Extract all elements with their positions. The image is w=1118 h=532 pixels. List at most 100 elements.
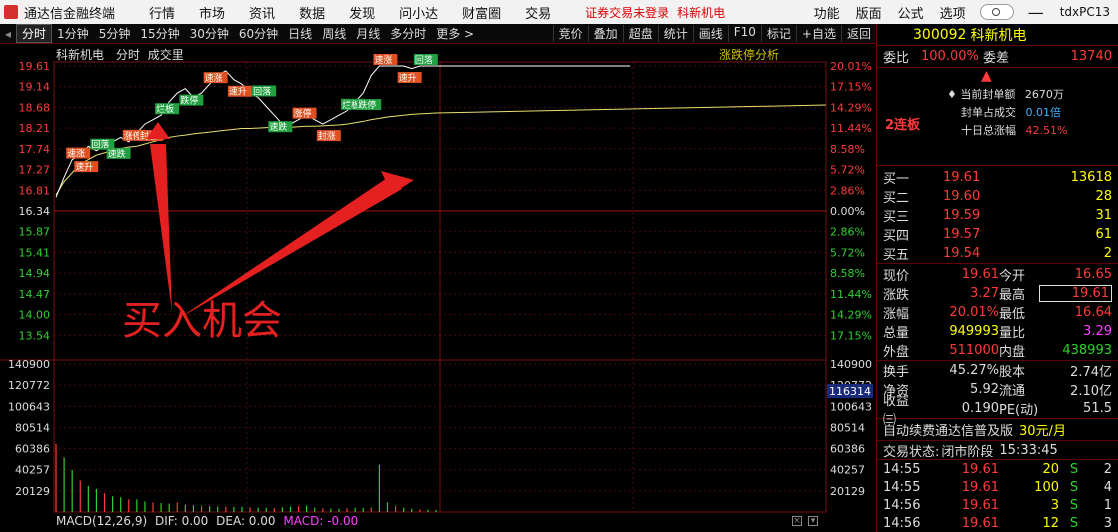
menu-jiaoyi[interactable]: 交易: [513, 3, 563, 22]
order-row[interactable]: 买三 19.59 31: [877, 206, 1118, 225]
pct-tick-label: 2.86%: [830, 184, 865, 197]
tab-multi[interactable]: 多分时: [385, 25, 431, 42]
stat-value: 20.01%: [949, 305, 999, 320]
weicha-label: 委差: [983, 51, 1010, 66]
tab-30min[interactable]: 30分钟: [185, 25, 234, 42]
tab-fenshi[interactable]: 分时: [16, 24, 53, 43]
tool-chaopan[interactable]: 超盘: [622, 25, 658, 42]
volume-tick-label: 60386: [15, 443, 50, 456]
search-icon[interactable]: [979, 4, 1014, 20]
tick-volume: 100: [1034, 479, 1059, 495]
menu-wenxiaoda[interactable]: 问小达: [387, 3, 450, 22]
price-tick-label: 17.74: [19, 143, 51, 156]
weibi-label: 委比: [883, 51, 910, 66]
tab-60min[interactable]: 60分钟: [234, 25, 283, 42]
tool-jingjia[interactable]: 竞价: [552, 25, 588, 42]
settings-icon[interactable]: ▾: [808, 516, 818, 526]
event-tag-label: 跌停: [358, 99, 376, 111]
quote-header: 300092 科新机电: [877, 24, 1118, 46]
volume-tick-label-right: 140900: [830, 358, 872, 371]
menu-caifuquan[interactable]: 财富圈: [450, 3, 513, 22]
order-row[interactable]: 买四 19.57 61: [877, 225, 1118, 244]
tool-fanhui[interactable]: 返回: [840, 25, 876, 42]
tick-count: 4: [1103, 479, 1112, 495]
tick-count: 3: [1103, 515, 1112, 531]
tool-f10[interactable]: F10: [727, 25, 761, 42]
minimize-icon[interactable]: —: [1020, 3, 1052, 22]
nav-arrow-icon[interactable]: ◂: [0, 27, 16, 41]
tool-huaxian[interactable]: 画线: [692, 25, 728, 42]
tick-count: 2: [1103, 461, 1112, 477]
tab-1min[interactable]: 1分钟: [52, 25, 94, 42]
analysis-button[interactable]: 涨跌停分析: [719, 46, 779, 63]
menu-shichang[interactable]: 市场: [187, 3, 237, 22]
event-tag-label: 回落: [415, 54, 433, 66]
trade-status: 交易状态: 闭市阶段 15:33:45: [877, 441, 1118, 460]
menu-faxian[interactable]: 发现: [337, 3, 387, 22]
status-time: 15:33:45: [999, 442, 1058, 458]
order-price: 19.54: [943, 246, 981, 261]
stat-value: 16.65: [1074, 267, 1112, 282]
ten-day-value: 42.51%: [1025, 124, 1068, 137]
menu-xuanxiang[interactable]: 选项: [932, 3, 974, 22]
tab-15min[interactable]: 15分钟: [135, 25, 184, 42]
login-warning[interactable]: 证券交易未登录: [585, 4, 669, 21]
menu-gongshi[interactable]: 公式: [890, 3, 932, 22]
seal-info: ▲ ♦ 当前封单额 2670万 封单占成交 0.01倍 2连板 十日总涨幅 42…: [877, 68, 1118, 166]
volume-tick-label: 140900: [8, 358, 50, 371]
tick-row: 14:55 19.61 100 S 4: [877, 478, 1118, 496]
period-toolbar: ◂ 分时 1分钟 5分钟 15分钟 30分钟 60分钟 日线 周线 月线 多分时…: [0, 24, 876, 44]
pct-tick-label: 5.72%: [830, 164, 865, 177]
event-tag-label: 速涨: [374, 55, 392, 66]
order-row[interactable]: 买一 19.61 13618: [877, 168, 1118, 187]
macd-readout: MACD(12,26,9) DIF: 0.00 DEA: 0.00 MACD: …: [56, 514, 358, 528]
pct-tick-label: 14.29%: [830, 101, 872, 114]
tick-side: S: [1069, 515, 1079, 531]
menu-gongneng[interactable]: 功能: [806, 3, 848, 22]
menu-shuju[interactable]: 数据: [287, 3, 337, 22]
pct-tick-label: 11.44%: [830, 288, 872, 301]
volume-tick-label-right: 100643: [830, 400, 872, 413]
tick-row: 14:56 19.61 12 S 3: [877, 514, 1118, 532]
weibi-value: 100.00%: [921, 49, 979, 64]
event-tag-label: 涨停: [294, 108, 312, 120]
menu-hangqing[interactable]: 行情: [137, 3, 187, 22]
stat-value: 438993: [1062, 343, 1112, 358]
price-tick-label: 14.47: [19, 288, 51, 301]
order-volume: 13618: [1070, 170, 1112, 185]
event-tag-label: 封涨: [318, 130, 336, 142]
menu-banmian[interactable]: 版面: [848, 3, 890, 22]
stat-value: 5.92: [970, 382, 999, 397]
order-volume: 61: [1095, 227, 1112, 242]
tool-zixuan[interactable]: +自选: [795, 25, 841, 42]
stat-row: 涨跌 3.27 最高 19.61: [877, 284, 1118, 303]
tab-5min[interactable]: 5分钟: [94, 25, 136, 42]
promo-banner[interactable]: 自动续费通达信普及版 30元/月: [877, 419, 1118, 441]
tick-side: S: [1069, 479, 1079, 495]
stat-row: 总量 949993 量比 3.29: [877, 322, 1118, 341]
pct-tick-label: 17.15%: [830, 329, 872, 342]
stat-value: 45.27%: [949, 363, 999, 378]
price-tick-label: 18.68: [19, 101, 51, 114]
tab-week[interactable]: 周线: [317, 25, 351, 42]
order-row[interactable]: 买二 19.60 28: [877, 187, 1118, 206]
average-line-tail: [435, 104, 827, 114]
close-icon[interactable]: ×: [792, 516, 802, 526]
fundamentals-table: 换手 45.27% 股本 2.74亿 净资 5.92 流通 2.10亿 收益㈢ …: [877, 361, 1118, 428]
order-price: 19.60: [943, 189, 981, 204]
tool-diejia[interactable]: 叠加: [587, 25, 623, 42]
stat-label: 内盘: [999, 345, 1026, 360]
menu-zixun[interactable]: 资讯: [237, 3, 287, 22]
tab-month[interactable]: 月线: [351, 25, 385, 42]
tool-tongji[interactable]: 统计: [657, 25, 693, 42]
tab-day[interactable]: 日线: [283, 25, 317, 42]
intraday-chart[interactable]: 19.61 19.14 18.68 18.21 17.74 17.27 16.81 16.34…: [0, 44, 876, 532]
account-label: tdxPC13: [1059, 5, 1110, 19]
tool-biaoji[interactable]: 标记: [760, 25, 796, 42]
status-value: 闭市阶段: [941, 444, 994, 460]
weicha-value: 13740: [1070, 49, 1112, 64]
seal-ratio: 0.01倍: [1025, 106, 1062, 119]
tab-more[interactable]: 更多 >: [431, 25, 479, 42]
order-volume: 28: [1095, 189, 1112, 204]
order-row[interactable]: 买五 19.54 2: [877, 244, 1118, 263]
